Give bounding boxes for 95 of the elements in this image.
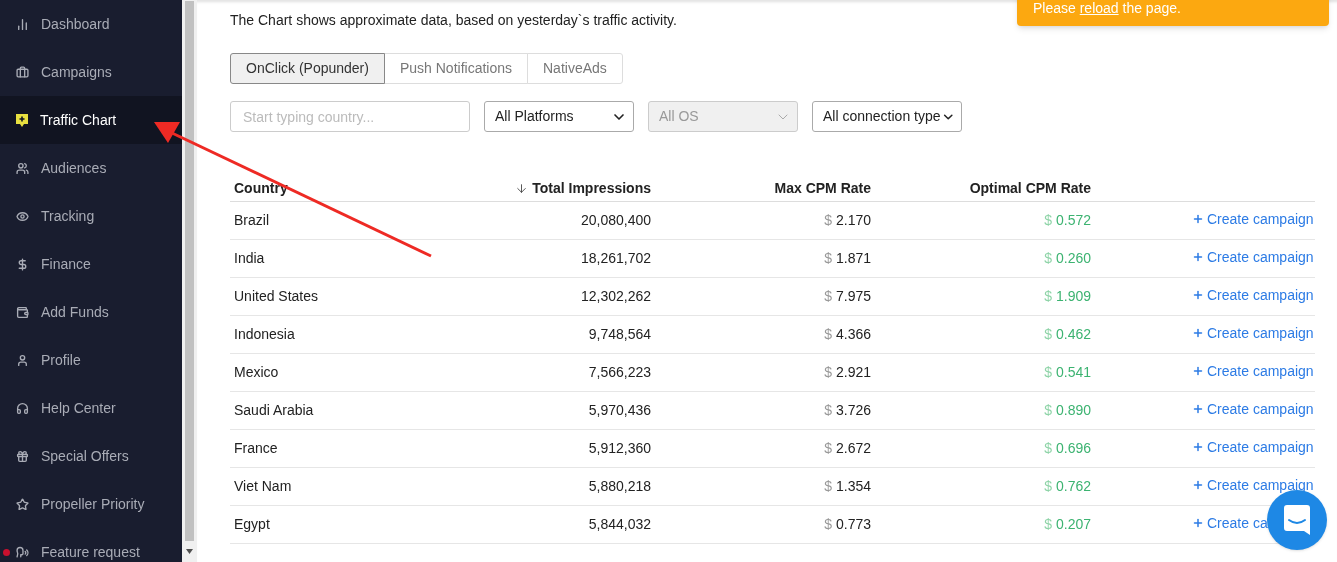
plus-icon (1192, 289, 1204, 301)
sidebar-item[interactable]: Dashboard (0, 0, 182, 48)
plus-icon (1192, 403, 1204, 415)
tab[interactable]: OnClick (Popunder) (230, 53, 385, 84)
toast-message: Please reload the page. (1033, 0, 1181, 16)
sort-arrow-icon (515, 182, 529, 195)
column-header: Max CPM Rate (773, 179, 872, 198)
max-cpm-cell-text: $ 2.170 (823, 211, 872, 230)
dollar-icon (16, 257, 29, 271)
impressions-cell-text: 5,844,032 (587, 515, 652, 534)
create-campaign-link[interactable]: Create campaign (1192, 474, 1314, 496)
gift-icon (16, 449, 29, 463)
headphones-icon (16, 401, 29, 415)
sidebar-item[interactable]: Tracking (0, 192, 182, 240)
person-icon (16, 353, 29, 367)
impressions-cell-text: 12,302,262 (579, 287, 652, 306)
dropdown[interactable]: All connection type (812, 101, 962, 132)
plus-icon (1192, 327, 1204, 339)
speaking-person-icon (16, 545, 29, 559)
create-campaign-link[interactable]: Create campaign (1192, 208, 1314, 230)
create-campaign-link[interactable]: Create campaign (1192, 398, 1314, 420)
scroll-down-icon[interactable] (186, 549, 193, 554)
impressions-cell-text: 5,912,360 (587, 439, 652, 458)
column-header: Country (233, 179, 289, 198)
plus-icon (1192, 441, 1204, 453)
country-cell-text: India (233, 249, 266, 268)
country-cell-text: United States (233, 287, 320, 306)
optimal-cpm-cell-text: $ 0.890 (1043, 401, 1092, 420)
create-campaign-link[interactable]: Create campaign (1192, 322, 1314, 344)
scrollbar[interactable] (182, 0, 197, 562)
sidebar-item[interactable]: Traffic Chart (0, 96, 182, 144)
column-header[interactable]: Total Impressions (430, 178, 655, 199)
notice-text: The Chart shows approximate data, based on yesterday`s traffic activity. (230, 11, 678, 29)
star-icon (16, 497, 29, 511)
briefcase-icon (16, 65, 29, 79)
max-cpm-cell-text: $ 4.366 (823, 325, 872, 344)
sidebar-item[interactable]: Campaigns (0, 48, 182, 96)
chart-badge-icon (16, 113, 28, 127)
optimal-cpm-cell-text: $ 0.260 (1043, 249, 1092, 268)
plus-icon (1192, 365, 1204, 377)
impressions-cell-text: 5,880,218 (587, 477, 652, 496)
sidebar-item[interactable]: Audiences (0, 144, 182, 192)
column-header: Optimal CPM Rate (968, 179, 1092, 198)
country-cell-text: France (233, 439, 279, 458)
bar-chart-icon (16, 17, 29, 31)
impressions-cell-text: 18,261,702 (579, 249, 652, 268)
country-cell-text: Viet Nam (233, 477, 293, 496)
max-cpm-cell-text: $ 7.975 (823, 287, 872, 306)
optimal-cpm-cell-text: $ 0.696 (1043, 439, 1092, 458)
impressions-cell-text: 20,080,400 (579, 211, 652, 230)
plus-icon (1192, 479, 1204, 491)
optimal-cpm-cell-text: $ 0.462 (1043, 325, 1092, 344)
country-cell-text: Indonesia (233, 325, 296, 344)
country-cell-text: Brazil (233, 211, 270, 230)
sidebar-item[interactable]: Add Funds (0, 288, 182, 336)
dropdown[interactable]: All Platforms (484, 101, 634, 132)
optimal-cpm-cell-text: $ 0.572 (1043, 211, 1092, 230)
chat-bubble-icon (1284, 505, 1310, 535)
country-cell-text: Saudi Arabia (233, 401, 315, 420)
sidebar-item[interactable]: Help Center (0, 384, 182, 432)
plus-icon (1192, 213, 1204, 225)
create-campaign-link[interactable]: Create campaign (1192, 436, 1314, 458)
impressions-cell-text: 5,970,436 (587, 401, 652, 420)
sidebar-item[interactable]: Finance (0, 240, 182, 288)
sidebar-item[interactable]: Special Offers (0, 432, 182, 480)
create-campaign-link[interactable]: Create campaign (1192, 360, 1314, 382)
optimal-cpm-cell-text: $ 1.909 (1043, 287, 1092, 306)
max-cpm-cell-text: $ 2.672 (823, 439, 872, 458)
tab[interactable]: NativeAds (527, 53, 623, 84)
max-cpm-cell-text: $ 0.773 (823, 515, 872, 534)
sidebar-item[interactable]: Propeller Priority (0, 480, 182, 528)
optimal-cpm-cell-text: $ 0.207 (1043, 515, 1092, 534)
plus-icon (1192, 517, 1204, 529)
eye-icon (16, 209, 29, 223)
optimal-cpm-cell-text: $ 0.762 (1043, 477, 1092, 496)
create-campaign-link[interactable]: Create campaign (1192, 284, 1314, 306)
create-campaign-link[interactable]: Create campaign (1192, 246, 1314, 268)
max-cpm-cell-text: $ 3.726 (823, 401, 872, 420)
impressions-cell-text: 9,748,564 (587, 325, 652, 344)
max-cpm-cell-text: $ 2.921 (823, 363, 872, 382)
impressions-cell-text: 7,566,223 (587, 363, 652, 382)
sidebar-item[interactable]: Profile (0, 336, 182, 384)
country-cell-text: Egypt (233, 515, 271, 534)
create-campaign-link[interactable]: Create ca (1192, 512, 1268, 534)
people-icon (16, 161, 29, 175)
wallet-icon (16, 305, 29, 319)
max-cpm-cell-text: $ 1.354 (823, 477, 872, 496)
scrollbar-thumb[interactable] (185, 1, 194, 541)
max-cpm-cell-text: $ 1.871 (823, 249, 872, 268)
country-search-field[interactable]: Start typing country... (230, 101, 470, 132)
plus-icon (1192, 251, 1204, 263)
country-cell-text: Mexico (233, 363, 280, 382)
sidebar-item[interactable]: Feature request (0, 528, 182, 562)
optimal-cpm-cell-text: $ 0.541 (1043, 363, 1092, 382)
tab[interactable]: Push Notifications (383, 53, 528, 84)
